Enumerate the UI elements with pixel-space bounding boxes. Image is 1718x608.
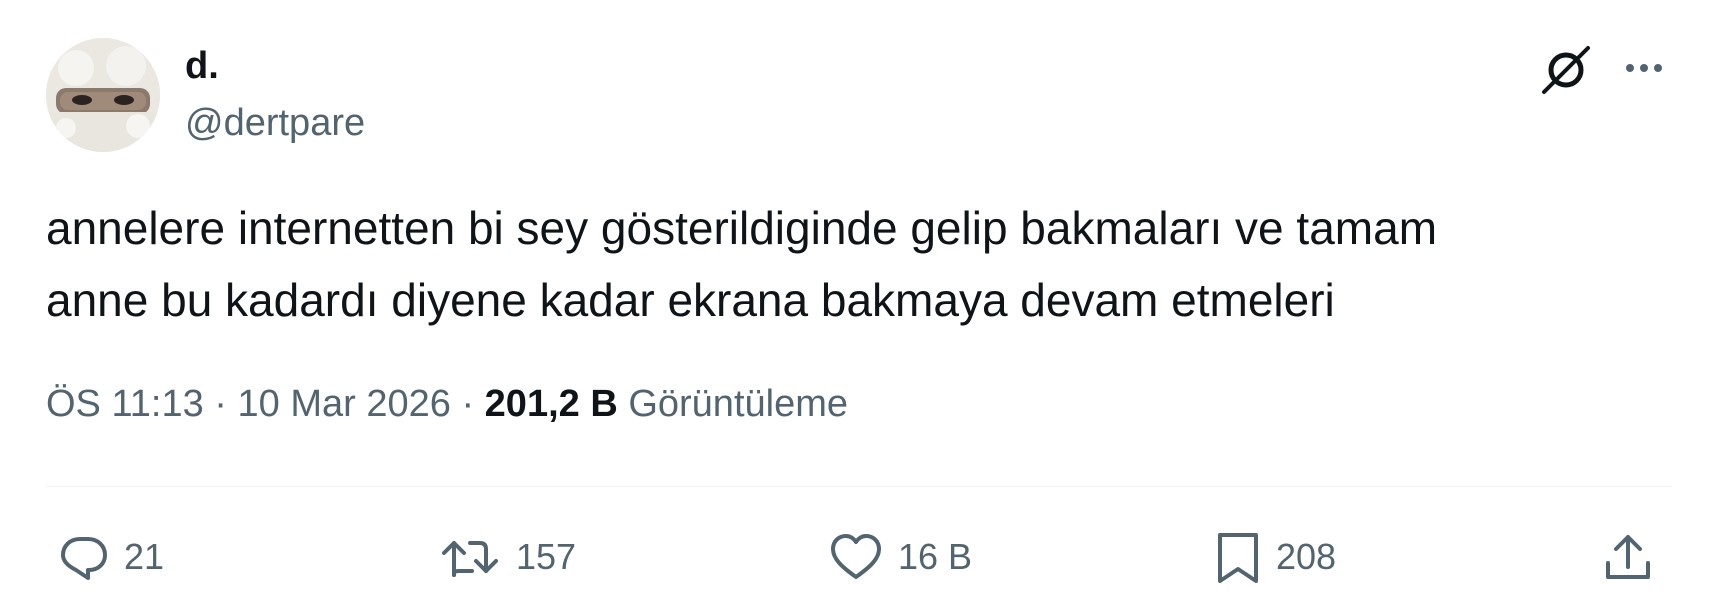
reply-button[interactable]: 21 bbox=[58, 522, 164, 592]
grok-icon[interactable] bbox=[1536, 40, 1596, 100]
action-bar: 21 157 16 B 208 bbox=[0, 522, 1718, 592]
bookmark-button[interactable]: 208 bbox=[1214, 522, 1336, 592]
tweet-meta: ÖS 11:13 · 10 Mar 2026 · 201,2 B Görüntü… bbox=[46, 378, 848, 430]
like-button[interactable]: 16 B bbox=[828, 522, 972, 592]
meta-separator: · bbox=[214, 383, 227, 425]
share-button[interactable] bbox=[1600, 522, 1656, 592]
tweet-card: d. @dertpare annelere internetten bi sey… bbox=[0, 0, 1718, 608]
views-count: 201,2 B bbox=[484, 383, 618, 425]
views-label: Görüntüleme bbox=[628, 383, 848, 425]
tweet-time[interactable]: ÖS 11:13 bbox=[46, 383, 204, 425]
views-link[interactable]: 201,2 B Görüntüleme bbox=[485, 383, 848, 425]
retweet-count: 157 bbox=[516, 536, 577, 577]
user-handle[interactable]: @dertpare bbox=[185, 99, 365, 147]
share-icon bbox=[1600, 529, 1656, 585]
reply-icon bbox=[58, 531, 110, 583]
retweet-icon bbox=[440, 531, 502, 583]
divider bbox=[46, 486, 1672, 487]
display-name[interactable]: d. bbox=[185, 42, 219, 90]
more-icon[interactable] bbox=[1620, 48, 1668, 88]
reply-count: 21 bbox=[124, 536, 165, 577]
bookmark-icon bbox=[1214, 529, 1262, 585]
avatar[interactable] bbox=[46, 38, 160, 152]
tweet-text: annelere internetten bi sey gösterildigi… bbox=[46, 202, 1438, 326]
bookmark-count: 208 bbox=[1276, 536, 1337, 577]
heart-icon bbox=[828, 531, 884, 583]
meta-separator: · bbox=[461, 383, 475, 425]
like-count: 16 B bbox=[898, 536, 973, 577]
tweet-date[interactable]: 10 Mar 2026 bbox=[238, 383, 451, 425]
retweet-button[interactable]: 157 bbox=[440, 522, 576, 592]
